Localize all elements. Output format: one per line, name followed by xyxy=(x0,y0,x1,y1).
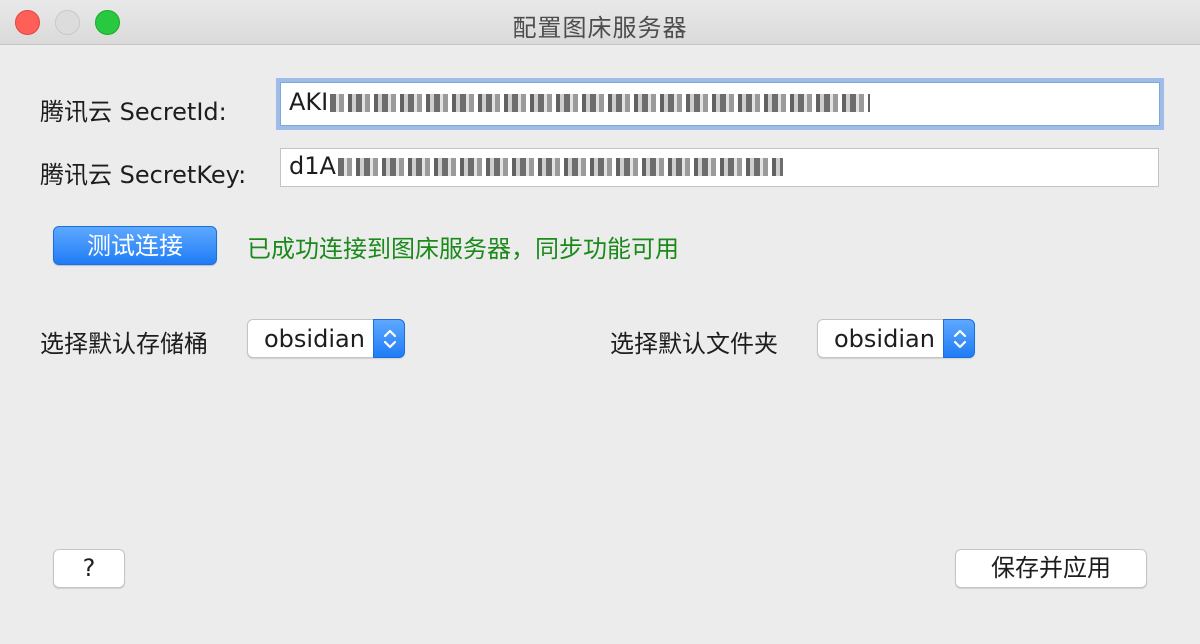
select-stepper-icon xyxy=(943,319,975,358)
folder-label: 选择默认文件夹 xyxy=(610,330,778,358)
folder-selected-value: obsidian xyxy=(834,325,935,353)
secret-key-field[interactable]: d1A xyxy=(280,148,1159,187)
bucket-selected-value: obsidian xyxy=(264,325,365,353)
test-connection-button[interactable]: 测试连接 xyxy=(53,226,217,265)
help-button[interactable]: ? xyxy=(53,549,125,588)
secret-id-value: AKI xyxy=(289,88,329,116)
secret-id-field[interactable]: AKI xyxy=(280,82,1160,126)
redacted-secret-key xyxy=(337,158,783,176)
title-bar: 配置图床服务器 xyxy=(0,0,1200,45)
bucket-select[interactable]: obsidian xyxy=(247,319,405,358)
secret-key-label: 腾讯云 SecretKey: xyxy=(40,161,247,189)
secret-key-value: d1A xyxy=(289,152,336,180)
select-stepper-icon xyxy=(373,319,405,358)
window-title: 配置图床服务器 xyxy=(512,14,688,42)
redacted-secret-id xyxy=(330,94,871,112)
connection-status-text: 已成功连接到图床服务器，同步功能可用 xyxy=(247,235,679,263)
save-apply-button[interactable]: 保存并应用 xyxy=(955,549,1147,588)
bucket-label: 选择默认存储桶 xyxy=(40,330,208,358)
secret-id-label: 腾讯云 SecretId: xyxy=(40,98,227,126)
config-window: 配置图床服务器 腾讯云 SecretId: AKI 腾讯云 SecretKey:… xyxy=(0,0,1200,644)
folder-select[interactable]: obsidian xyxy=(817,319,975,358)
